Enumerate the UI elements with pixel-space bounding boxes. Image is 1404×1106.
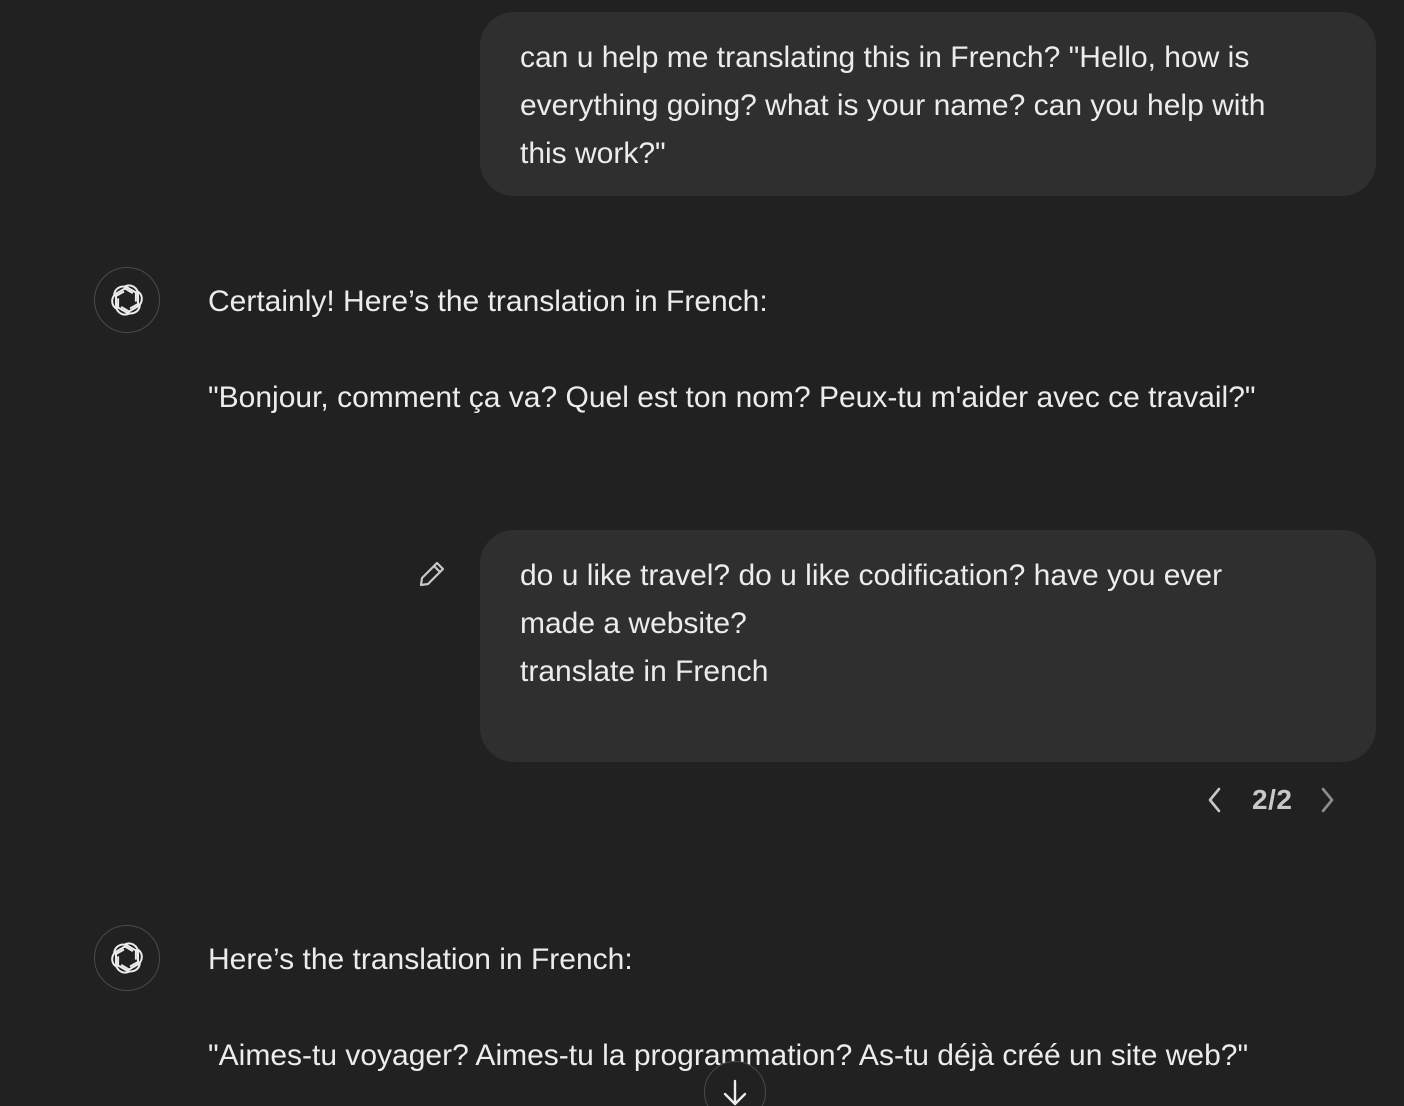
- user-message-bubble: can u help me translating this in French…: [480, 12, 1376, 196]
- assistant-message-intro: Here’s the translation in French:: [208, 943, 633, 976]
- arrow-down-icon: [723, 1079, 747, 1106]
- assistant-message-intro: Certainly! Here’s the translation in Fre…: [208, 285, 768, 318]
- chevron-left-icon[interactable]: [1200, 780, 1230, 820]
- chevron-right-icon[interactable]: [1312, 780, 1342, 820]
- pencil-icon[interactable]: [414, 556, 450, 592]
- openai-logo-icon: [94, 925, 160, 991]
- user-message-line: translate in French: [520, 655, 769, 688]
- user-message-bubble: do u like travel? do u like codification…: [480, 530, 1376, 762]
- openai-logo-icon: [94, 267, 160, 333]
- user-message-line: this work?": [520, 137, 666, 170]
- assistant-message-translation: "Bonjour, comment ça va? Quel est ton no…: [208, 381, 1256, 414]
- chat-page: can u help me translating this in French…: [0, 0, 1404, 1106]
- user-message-line: do u like travel? do u like codification…: [520, 559, 1223, 592]
- user-message-line: can u help me translating this in French…: [520, 41, 1250, 74]
- user-message-line: everything going? what is your name? can…: [520, 89, 1266, 122]
- user-message-line: made a website?: [520, 607, 747, 640]
- message-version-pager: 2/2: [1200, 780, 1342, 820]
- version-count: 2/2: [1252, 784, 1293, 815]
